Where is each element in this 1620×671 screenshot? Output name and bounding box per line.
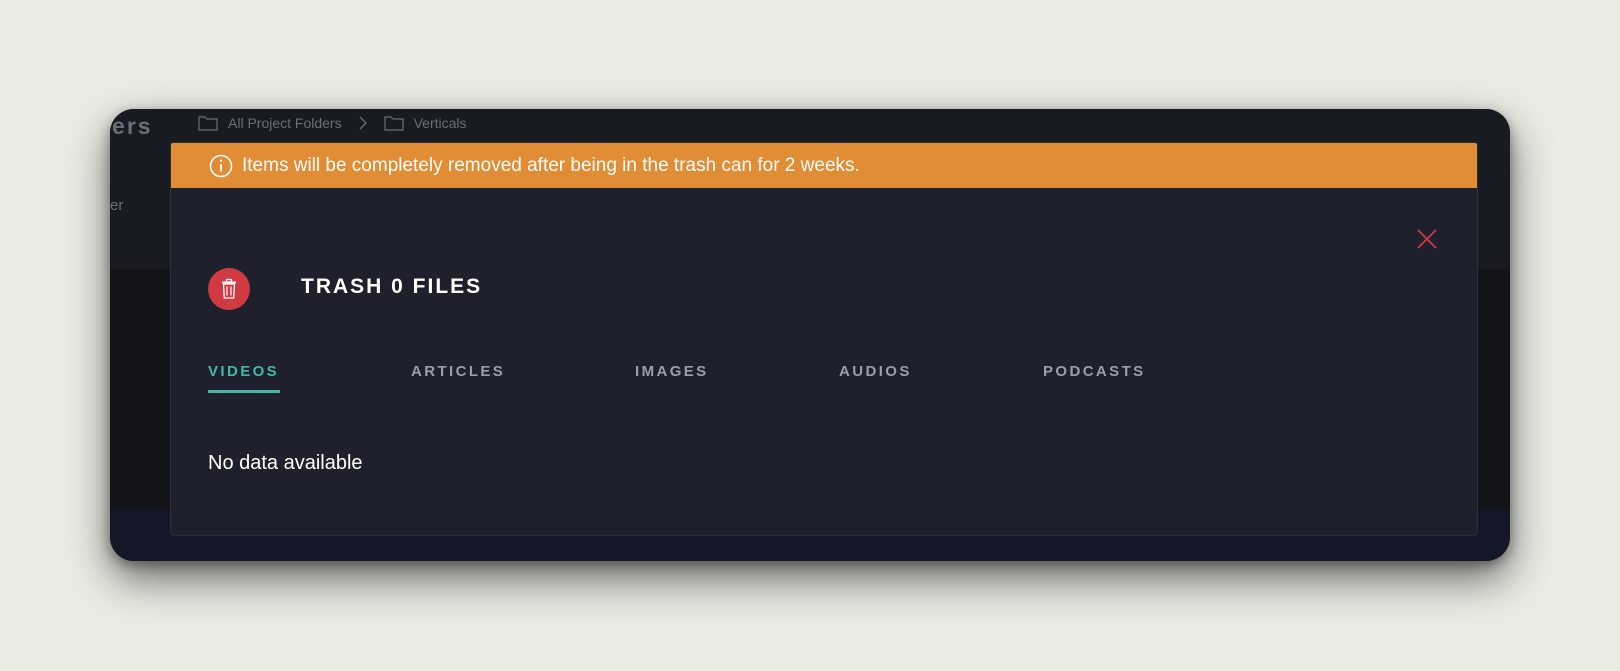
modal-title: TRASH 0 FILES [301, 275, 483, 298]
folder-icon [198, 116, 218, 131]
breadcrumb-label: All Project Folders [228, 115, 342, 131]
banner-message: Items will be completely removed after b… [242, 154, 860, 176]
trash-icon [222, 278, 236, 299]
tab-podcasts[interactable]: PODCASTS [1043, 363, 1146, 380]
page-title: ders [110, 113, 153, 139]
close-icon[interactable] [1415, 227, 1439, 251]
tab-audios[interactable]: AUDIOS [839, 363, 912, 380]
breadcrumb-label: Verticals [413, 115, 467, 131]
breadcrumb: All Project Folders Verticals [198, 115, 467, 131]
tab-images[interactable]: IMAGES [635, 363, 709, 380]
chevron-right-icon [359, 116, 367, 130]
active-tab-indicator [208, 390, 280, 393]
trash-badge [208, 268, 250, 310]
breadcrumb-item-verticals[interactable]: Verticals [383, 115, 467, 131]
trash-modal: Items will be completely removed after b… [170, 142, 1478, 536]
sidebar-label: er [110, 197, 124, 214]
empty-state-message: No data available [208, 452, 363, 474]
warning-banner: Items will be completely removed after b… [171, 143, 1477, 188]
tab-articles[interactable]: ARTICLES [411, 363, 505, 380]
tab-videos[interactable]: VIDEOS [208, 363, 279, 380]
folder-icon [383, 116, 404, 131]
info-icon [209, 154, 233, 177]
breadcrumb-item-all-project-folders[interactable]: All Project Folders [198, 115, 342, 131]
